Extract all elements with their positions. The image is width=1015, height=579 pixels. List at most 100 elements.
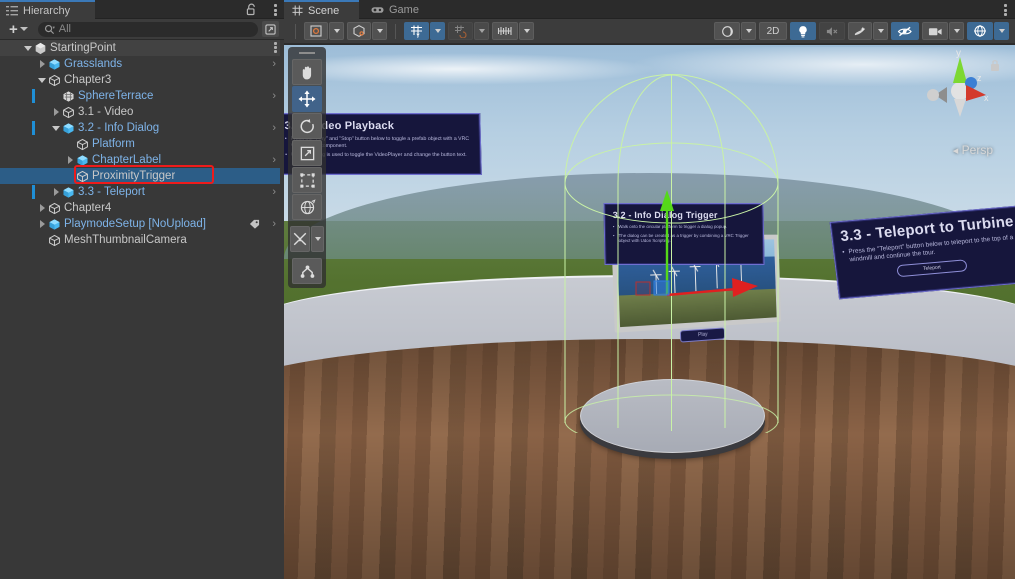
hand-tool[interactable] <box>292 59 322 85</box>
scene-viewport[interactable]: 3.1 - Video Playback •Press the "Play" a… <box>284 45 1015 579</box>
rect-transform-icon <box>299 172 315 188</box>
twisty-down-icon[interactable] <box>36 74 48 86</box>
move-gizmo[interactable] <box>614 185 764 300</box>
twisty-right-icon[interactable] <box>50 186 62 198</box>
custom-tool[interactable] <box>290 226 310 252</box>
search-placeholder: All <box>58 23 71 35</box>
hierarchy-item-sphereterrace[interactable]: SphereTerrace › <box>0 88 284 104</box>
popout-icon[interactable] <box>262 21 279 37</box>
rotate-tool[interactable] <box>292 113 322 139</box>
gameobject-icon <box>76 138 89 151</box>
scene-view-gizmo[interactable]: y z x ◂ Persp <box>913 47 1007 159</box>
bullet-dot: • <box>285 151 288 158</box>
prefab-instance-marker <box>32 185 35 199</box>
hierarchy-item-playmodesetup-noupload[interactable]: PlaymodeSetup [NoUpload] › <box>0 216 284 232</box>
hierarchy-item-chapter4[interactable]: Chapter4 <box>0 200 284 216</box>
twisty-right-icon[interactable] <box>36 218 48 230</box>
audio-toggle-button[interactable] <box>819 22 845 40</box>
hierarchy-item-label: 3.1 - Video <box>78 106 134 118</box>
shading-mode-dropdown[interactable] <box>741 22 756 40</box>
2d-toggle-button[interactable]: 2D <box>759 22 787 40</box>
gizmo-z-label: z <box>977 73 982 83</box>
open-prefab-chevron-icon[interactable]: › <box>272 186 276 198</box>
scene-tool-palette[interactable] <box>288 47 326 288</box>
pivot-mode-button[interactable] <box>304 22 344 40</box>
circular-platform[interactable] <box>580 379 765 453</box>
open-prefab-chevron-icon[interactable]: › <box>272 154 276 166</box>
add-gameobject-button[interactable]: + <box>5 21 32 38</box>
teleport-dialog[interactable]: 3.3 - Teleport to Turbine • Press the "Te… <box>829 204 1015 300</box>
search-input[interactable]: All <box>37 21 258 37</box>
shading-mode-button[interactable] <box>714 22 756 40</box>
scale-tool[interactable] <box>292 140 322 166</box>
hierarchy-item-chapterlabel[interactable]: ChapterLabel › <box>0 152 284 168</box>
tab-game-label: Game <box>389 3 419 16</box>
twisty-down-icon[interactable] <box>22 42 34 54</box>
ruler-icon <box>497 27 512 35</box>
hierarchy-item-platform[interactable]: Platform <box>0 136 284 152</box>
tab-game[interactable]: Game <box>363 0 435 19</box>
twisty-down-icon[interactable] <box>50 122 62 134</box>
grid-visibility-dropdown[interactable] <box>430 22 445 40</box>
hierarchy-item-label: Chapter3 <box>64 74 112 86</box>
hierarchy-item-3-3-teleport[interactable]: 3.3 - Teleport › <box>0 184 284 200</box>
camera-settings-dropdown[interactable] <box>949 22 964 40</box>
hierarchy-item-3-2-info-dialog[interactable]: 3.2 - Info Dialog › <box>0 120 284 136</box>
teleport-button[interactable]: Teleport <box>896 259 968 278</box>
cloud <box>320 52 657 85</box>
fx-toggle-button[interactable] <box>848 22 888 40</box>
open-prefab-chevron-icon[interactable]: › <box>272 90 276 102</box>
twisty-right-icon[interactable] <box>50 106 62 118</box>
gizmo-y-arrow <box>660 190 674 211</box>
hierarchy-item-3-1-video[interactable]: 3.1 - Video <box>0 104 284 120</box>
hierarchy-tree[interactable]: StartingPoint Grasslands › Chapter3 SphereTe… <box>0 40 284 579</box>
palette-drag-handle[interactable] <box>299 52 315 54</box>
gizmo-projection-label[interactable]: ◂ Persp <box>953 143 993 157</box>
hierarchy-item-grasslands[interactable]: Grasslands › <box>0 56 284 72</box>
gameobject-icon <box>48 202 61 215</box>
twisty-empty <box>50 90 62 102</box>
lock-open-icon[interactable] <box>245 3 258 16</box>
scene-context-menu-icon[interactable] <box>274 42 277 53</box>
hierarchy-icon <box>6 5 18 15</box>
rotate-icon <box>300 118 314 133</box>
tab-hierarchy[interactable]: Hierarchy <box>0 0 95 19</box>
snap-increment-dropdown[interactable] <box>519 22 534 40</box>
transform-tool[interactable] <box>292 194 322 220</box>
twisty-right-icon[interactable] <box>36 58 48 70</box>
gizmo-neg-z-handle <box>927 89 939 101</box>
hierarchy-item-proximitytrigger[interactable]: ProximityTrigger <box>0 168 284 184</box>
open-prefab-chevron-icon[interactable]: › <box>272 218 276 230</box>
twisty-right-icon[interactable] <box>36 202 48 214</box>
snap-increment-button[interactable] <box>492 22 534 40</box>
open-prefab-chevron-icon[interactable]: › <box>272 122 276 134</box>
fx-dropdown[interactable] <box>873 22 888 40</box>
handle-rotation-button[interactable] <box>347 22 387 40</box>
grid-snapping-dropdown[interactable] <box>474 22 489 40</box>
hierarchy-item-chapter3[interactable]: Chapter3 <box>0 72 284 88</box>
pivot-mode-dropdown[interactable] <box>329 22 344 40</box>
gamepad-icon <box>371 6 384 13</box>
hierarchy-menu-icon[interactable] <box>274 4 277 16</box>
gizmos-dropdown[interactable] <box>994 22 1009 40</box>
open-prefab-chevron-icon[interactable]: › <box>272 58 276 70</box>
gizmo-neg-y-cone <box>954 99 966 117</box>
prefab-cube-icon <box>62 122 75 135</box>
grid-snapping-button[interactable] <box>448 22 489 40</box>
hierarchy-item-meshthumbnailcamera[interactable]: MeshThumbnailCamera <box>0 232 284 248</box>
gizmos-button[interactable] <box>967 22 1009 40</box>
scene-menu-icon[interactable] <box>1004 4 1007 16</box>
scene-lighting-button[interactable] <box>790 22 816 40</box>
handle-rotation-dropdown[interactable] <box>372 22 387 40</box>
component-tool[interactable] <box>292 258 322 284</box>
camera-settings-button[interactable] <box>922 22 964 40</box>
move-tool[interactable] <box>292 86 322 112</box>
grid-visibility-button[interactable]: y <box>404 22 445 40</box>
hierarchy-item-startingpoint[interactable]: StartingPoint <box>0 40 284 56</box>
twisty-right-icon[interactable] <box>64 154 76 166</box>
scene-visibility-button[interactable] <box>891 22 919 40</box>
chevron-down-icon <box>333 29 340 33</box>
rect-tool[interactable] <box>292 167 322 193</box>
custom-tool-dropdown[interactable] <box>311 226 324 252</box>
tab-scene[interactable]: Scene <box>284 0 359 19</box>
